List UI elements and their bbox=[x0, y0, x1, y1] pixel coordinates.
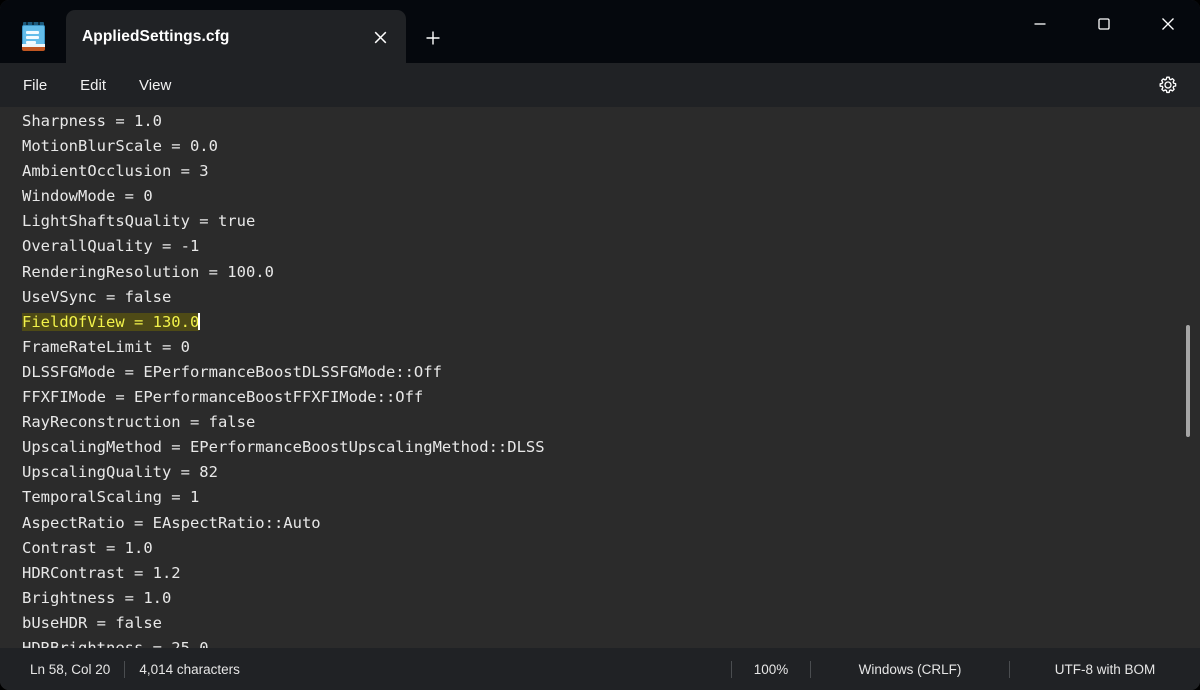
editor-line[interactable]: RayReconstruction = false bbox=[22, 410, 1170, 435]
editor-line[interactable]: FrameRateLimit = 0 bbox=[22, 335, 1170, 360]
editor-line[interactable]: TemporalScaling = 1 bbox=[22, 485, 1170, 510]
editor-line[interactable]: LightShaftsQuality = true bbox=[22, 209, 1170, 234]
menu-bar: File Edit View bbox=[0, 63, 1200, 107]
notepad-icon-line bbox=[26, 31, 39, 34]
editor-line-text: FrameRateLimit = 0 bbox=[22, 337, 190, 356]
notepad-window: AppliedSettings.cfg File Edit View Sharp… bbox=[0, 0, 1200, 690]
menu-item-file[interactable]: File bbox=[12, 72, 58, 99]
notepad-icon bbox=[20, 22, 48, 51]
editor-line-text: TemporalScaling = 1 bbox=[22, 488, 200, 507]
editor-line-text: AspectRatio = EAspectRatio::Auto bbox=[22, 513, 321, 532]
editor-line-text: DLSSFGMode = EPerformanceBoostDLSSFGMode… bbox=[22, 362, 442, 381]
editor-line[interactable]: Contrast = 1.0 bbox=[22, 536, 1170, 561]
gear-icon bbox=[1159, 76, 1177, 94]
editor-line[interactable]: Sharpness = 1.0 bbox=[22, 109, 1170, 134]
editor-line-text: OverallQuality = -1 bbox=[22, 237, 200, 256]
text-cursor bbox=[198, 312, 200, 330]
character-count: 4,014 characters bbox=[139, 661, 240, 677]
editor-line-text: FFXFIMode = EPerformanceBoostFFXFIMode::… bbox=[22, 388, 424, 407]
status-bar-right: 100% Windows (CRLF) UTF-8 with BOM bbox=[731, 660, 1200, 678]
text-editor-area[interactable]: Sharpness = 1.0 MotionBlurScale = 0.0 Ambi… bbox=[0, 107, 1200, 648]
encoding-selector[interactable]: UTF-8 with BOM bbox=[1010, 662, 1200, 677]
editor-line[interactable]: MotionBlurScale = 0.0 bbox=[22, 134, 1170, 159]
close-icon bbox=[374, 31, 386, 43]
editor-line[interactable]: HDRBrightness = 25.0 bbox=[22, 636, 1170, 648]
editor-line-text: UpscalingMethod = EPerformanceBoostUpsca… bbox=[22, 438, 545, 457]
cursor-position[interactable]: Ln 58, Col 20 bbox=[16, 662, 124, 677]
menu-item-edit[interactable]: Edit bbox=[69, 72, 117, 99]
close-window-button[interactable] bbox=[1136, 0, 1200, 47]
editor-line[interactable]: Brightness = 1.0 bbox=[22, 586, 1170, 611]
notepad-icon-line bbox=[26, 36, 39, 39]
editor-line[interactable]: UseVSync = false bbox=[22, 285, 1170, 310]
plus-icon bbox=[426, 31, 440, 45]
editor-content[interactable]: Sharpness = 1.0 MotionBlurScale = 0.0 Ambi… bbox=[22, 109, 1170, 648]
editor-line-text: RayReconstruction = false bbox=[22, 413, 256, 432]
editor-line[interactable]: AmbientOcclusion = 3 bbox=[22, 159, 1170, 184]
editor-line-text: FieldOfView = 130.0 bbox=[22, 312, 200, 331]
editor-line[interactable]: HDRContrast = 1.2 bbox=[22, 561, 1170, 586]
maximize-button[interactable] bbox=[1072, 0, 1136, 47]
editor-line-text: Brightness = 1.0 bbox=[22, 588, 172, 607]
editor-line[interactable]: bUseHDR = false bbox=[22, 611, 1170, 636]
minimize-button[interactable] bbox=[1008, 0, 1072, 47]
status-bar: Ln 58, Col 20 4,014 characters 100% Wind… bbox=[0, 648, 1200, 690]
editor-line[interactable]: UpscalingQuality = 82 bbox=[22, 460, 1170, 485]
close-icon bbox=[1162, 17, 1174, 30]
editor-line[interactable]: WindowMode = 0 bbox=[22, 184, 1170, 209]
editor-line[interactable]: OverallQuality = -1 bbox=[22, 234, 1170, 259]
editor-line[interactable]: AspectRatio = EAspectRatio::Auto bbox=[22, 511, 1170, 536]
editor-line-text: RenderingResolution = 100.0 bbox=[22, 262, 274, 281]
editor-line-text: HDRBrightness = 25.0 bbox=[22, 638, 209, 648]
maximize-icon bbox=[1098, 17, 1110, 30]
minimize-icon bbox=[1034, 22, 1046, 25]
editor-line-text: UpscalingQuality = 82 bbox=[22, 463, 218, 482]
editor-line-text: WindowMode = 0 bbox=[22, 187, 153, 206]
window-controls bbox=[1008, 0, 1200, 47]
editor-line[interactable]: FFXFIMode = EPerformanceBoostFFXFIMode::… bbox=[22, 385, 1170, 410]
editor-line-text: HDRContrast = 1.2 bbox=[22, 563, 181, 582]
editor-line-text: MotionBlurScale = 0.0 bbox=[22, 137, 218, 156]
new-tab-button[interactable] bbox=[418, 23, 448, 53]
tab-applied-settings[interactable]: AppliedSettings.cfg bbox=[66, 10, 406, 63]
editor-line-text: Contrast = 1.0 bbox=[22, 538, 153, 557]
editor-line-text: LightShaftsQuality = true bbox=[22, 212, 256, 231]
editor-line-text: Sharpness = 1.0 bbox=[22, 112, 162, 130]
editor-line[interactable]: FieldOfView = 130.0 bbox=[22, 310, 1170, 335]
editor-line-text: bUseHDR = false bbox=[22, 613, 162, 632]
settings-button[interactable] bbox=[1154, 71, 1182, 99]
editor-line-text: AmbientOcclusion = 3 bbox=[22, 162, 209, 181]
status-bar-left: Ln 58, Col 20 4,014 characters bbox=[0, 660, 254, 678]
editor-line[interactable]: RenderingResolution = 100.0 bbox=[22, 260, 1170, 285]
notepad-icon-base bbox=[22, 47, 45, 51]
menu-item-view[interactable]: View bbox=[128, 72, 182, 99]
tab-title: AppliedSettings.cfg bbox=[82, 27, 230, 45]
editor-line[interactable]: DLSSFGMode = EPerformanceBoostDLSSFGMode… bbox=[22, 360, 1170, 385]
scrollbar-thumb[interactable] bbox=[1186, 325, 1190, 437]
zoom-level[interactable]: 100% bbox=[732, 662, 810, 677]
tab-close-button[interactable] bbox=[366, 23, 394, 51]
editor-line-text: UseVSync = false bbox=[22, 287, 172, 306]
editor-scrollbar[interactable] bbox=[1182, 107, 1194, 648]
line-ending-selector[interactable]: Windows (CRLF) bbox=[811, 662, 1009, 677]
title-bar: AppliedSettings.cfg bbox=[0, 0, 1200, 63]
editor-line[interactable]: UpscalingMethod = EPerformanceBoostUpsca… bbox=[22, 435, 1170, 460]
